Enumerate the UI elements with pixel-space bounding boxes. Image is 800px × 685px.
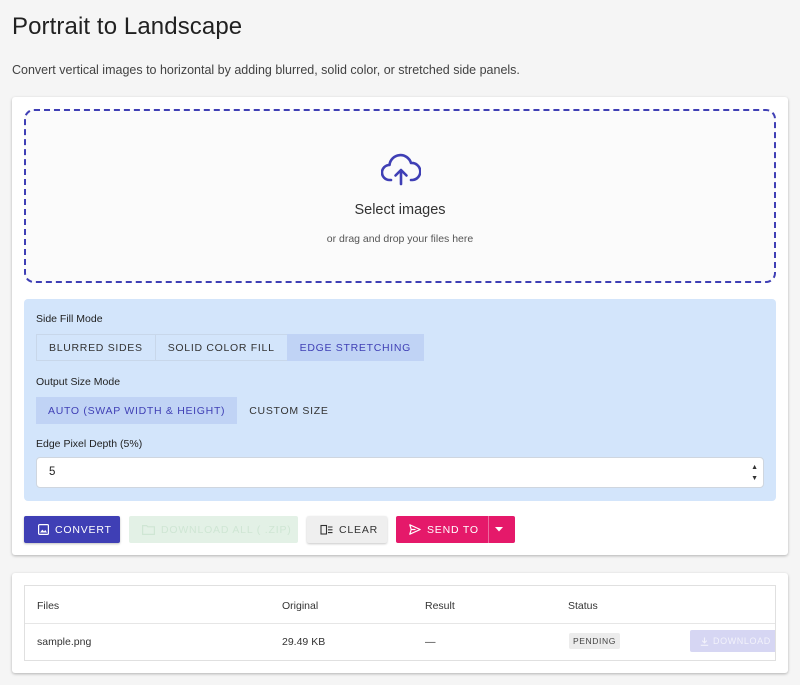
clear-button[interactable]: Clear	[307, 516, 387, 543]
page-title: Portrait to Landscape	[12, 13, 243, 40]
caret-down-icon	[495, 527, 503, 532]
convert-button-label: Convert	[55, 523, 112, 536]
page-description: Convert vertical images to horizontal by…	[12, 63, 520, 77]
dropzone-title: Select images	[354, 202, 446, 218]
download-all-button[interactable]: Download All ( .zip)	[129, 516, 298, 543]
converter-card: Select images or drag and drop your file…	[12, 97, 788, 555]
side-fill-mode-label: Side Fill Mode	[36, 313, 103, 325]
toggle-custom-size[interactable]: Custom Size	[237, 397, 340, 424]
column-header-result: Result	[425, 600, 455, 612]
toggle-blurred-sides[interactable]: Blurred Sides	[36, 334, 155, 361]
folder-zip-icon	[142, 525, 155, 535]
clear-button-label: Clear	[339, 523, 379, 536]
toggle-auto-swap[interactable]: Auto (Swap Width & Height)	[36, 397, 238, 424]
output-size-mode-group: Auto (Swap Width & Height) Custom Size	[36, 397, 341, 424]
convert-button[interactable]: Convert	[24, 516, 120, 543]
column-header-original: Original	[282, 600, 319, 612]
spinner-arrows-icon[interactable]: ▲ ▼	[751, 462, 758, 484]
send-to-dropdown-button[interactable]	[488, 516, 515, 543]
result-size: —	[425, 636, 436, 648]
edge-depth-value: 5	[49, 466, 56, 478]
status-badge: Pending	[569, 633, 620, 649]
send-to-label: Send To	[427, 523, 479, 536]
file-name: sample.png	[37, 636, 92, 648]
status-badge-label: Pending	[573, 636, 616, 646]
output-size-mode-label: Output Size Mode	[36, 376, 121, 388]
toggle-solid-color-fill[interactable]: Solid Color Fill	[154, 334, 287, 361]
row-divider	[25, 623, 775, 624]
download-file-label: Download	[713, 636, 771, 646]
download-file-button[interactable]: Download	[690, 630, 775, 652]
files-card: Files Original Result Status sample.png …	[12, 573, 788, 673]
side-fill-mode-group: Blurred Sides Solid Color Fill Edge Stre…	[36, 334, 425, 361]
image-icon	[38, 524, 49, 535]
cloud-upload-icon	[381, 153, 421, 186]
download-icon	[700, 637, 709, 646]
send-to-button[interactable]: Send To	[396, 516, 488, 543]
download-all-label: Download All ( .zip)	[161, 523, 292, 536]
toggle-edge-stretching[interactable]: Edge Stretching	[286, 334, 425, 361]
original-size: 29.49 KB	[282, 636, 326, 648]
column-header-files: Files	[37, 600, 60, 612]
dropzone-subtitle: or drag and drop your files here	[326, 233, 474, 245]
clear-all-icon	[320, 524, 333, 535]
file-dropzone[interactable]: Select images or drag and drop your file…	[24, 109, 776, 283]
edge-depth-input[interactable]: 5 ▲ ▼	[36, 457, 764, 488]
options-panel: Side Fill Mode Blurred Sides Solid Color…	[24, 299, 776, 501]
edge-depth-label: Edge Pixel Depth (5%)	[36, 438, 143, 450]
send-icon	[409, 524, 421, 535]
files-table: Files Original Result Status sample.png …	[24, 585, 776, 661]
column-header-status: Status	[568, 600, 598, 612]
